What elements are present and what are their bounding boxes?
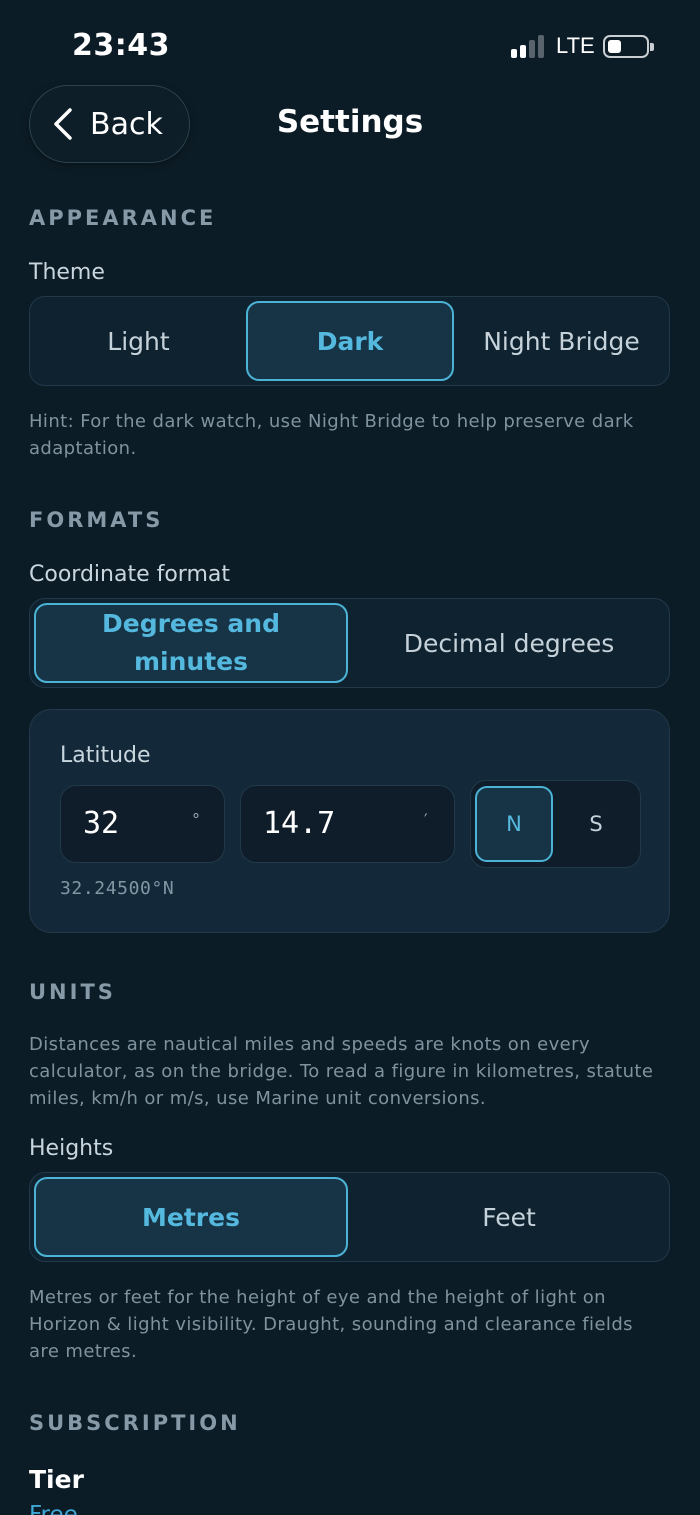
- coordinate-option-degrees-minutes[interactable]: Degrees and minutes: [34, 603, 348, 683]
- theme-option-light[interactable]: Light: [34, 301, 243, 381]
- section-subscription: SUBSCRIPTION: [29, 1411, 241, 1435]
- latitude-minutes-input[interactable]: 14.7 ′: [240, 785, 455, 863]
- section-appearance: APPEARANCE: [29, 206, 217, 230]
- hemisphere-selector: N S: [470, 780, 641, 868]
- tier-value[interactable]: Free: [29, 1502, 78, 1515]
- page-title: Settings: [276, 104, 424, 140]
- latitude-degrees-input[interactable]: 32 °: [60, 785, 225, 863]
- latitude-label: Latitude: [60, 743, 151, 768]
- status-time: 23:43: [72, 28, 170, 63]
- theme-hint: Hint: For the dark watch, use Night Brid…: [29, 411, 634, 459]
- latitude-degrees-value: 32: [83, 806, 120, 841]
- heights-selector: Metres Feet: [29, 1172, 670, 1262]
- degrees-unit: °: [192, 810, 200, 829]
- minutes-unit: ′: [424, 810, 428, 829]
- back-label: Back: [90, 106, 163, 142]
- theme-label: Theme: [29, 260, 105, 285]
- tier-label: Tier: [29, 1465, 84, 1494]
- hemisphere-n-button[interactable]: N: [475, 786, 553, 862]
- section-units: UNITS: [29, 980, 116, 1004]
- signal-icon: [511, 34, 547, 58]
- heights-option-metres[interactable]: Metres: [34, 1177, 348, 1257]
- coordinate-format-selector: Degrees and minutes Decimal degrees: [29, 598, 670, 688]
- status-bar: 23:43 LTE: [0, 0, 700, 90]
- latitude-card: Latitude 32 ° 14.7 ′ N S 32.24500°N: [29, 709, 670, 933]
- heights-hint: Metres or feet for the height of eye and…: [29, 1287, 633, 1362]
- theme-option-night-bridge[interactable]: Night Bridge: [457, 301, 666, 381]
- coordinate-option-decimal-degrees[interactable]: Decimal degrees: [352, 603, 666, 683]
- theme-selector: Light Dark Night Bridge: [29, 296, 670, 386]
- network-label: LTE: [556, 33, 595, 58]
- back-button[interactable]: Back: [29, 85, 190, 163]
- battery-icon: [603, 35, 654, 58]
- units-description: Distances are nautical miles and speeds …: [29, 1034, 654, 1109]
- section-formats: FORMATS: [29, 508, 164, 532]
- heights-option-feet[interactable]: Feet: [352, 1177, 666, 1257]
- coordinate-format-label: Coordinate format: [29, 562, 230, 587]
- latitude-readout: 32.24500°N: [60, 878, 175, 899]
- latitude-minutes-value: 14.7: [263, 806, 336, 841]
- theme-option-dark[interactable]: Dark: [246, 301, 454, 381]
- hemisphere-s-button[interactable]: S: [557, 786, 635, 862]
- heights-label: Heights: [29, 1136, 114, 1161]
- chevron-left-icon: [54, 108, 72, 140]
